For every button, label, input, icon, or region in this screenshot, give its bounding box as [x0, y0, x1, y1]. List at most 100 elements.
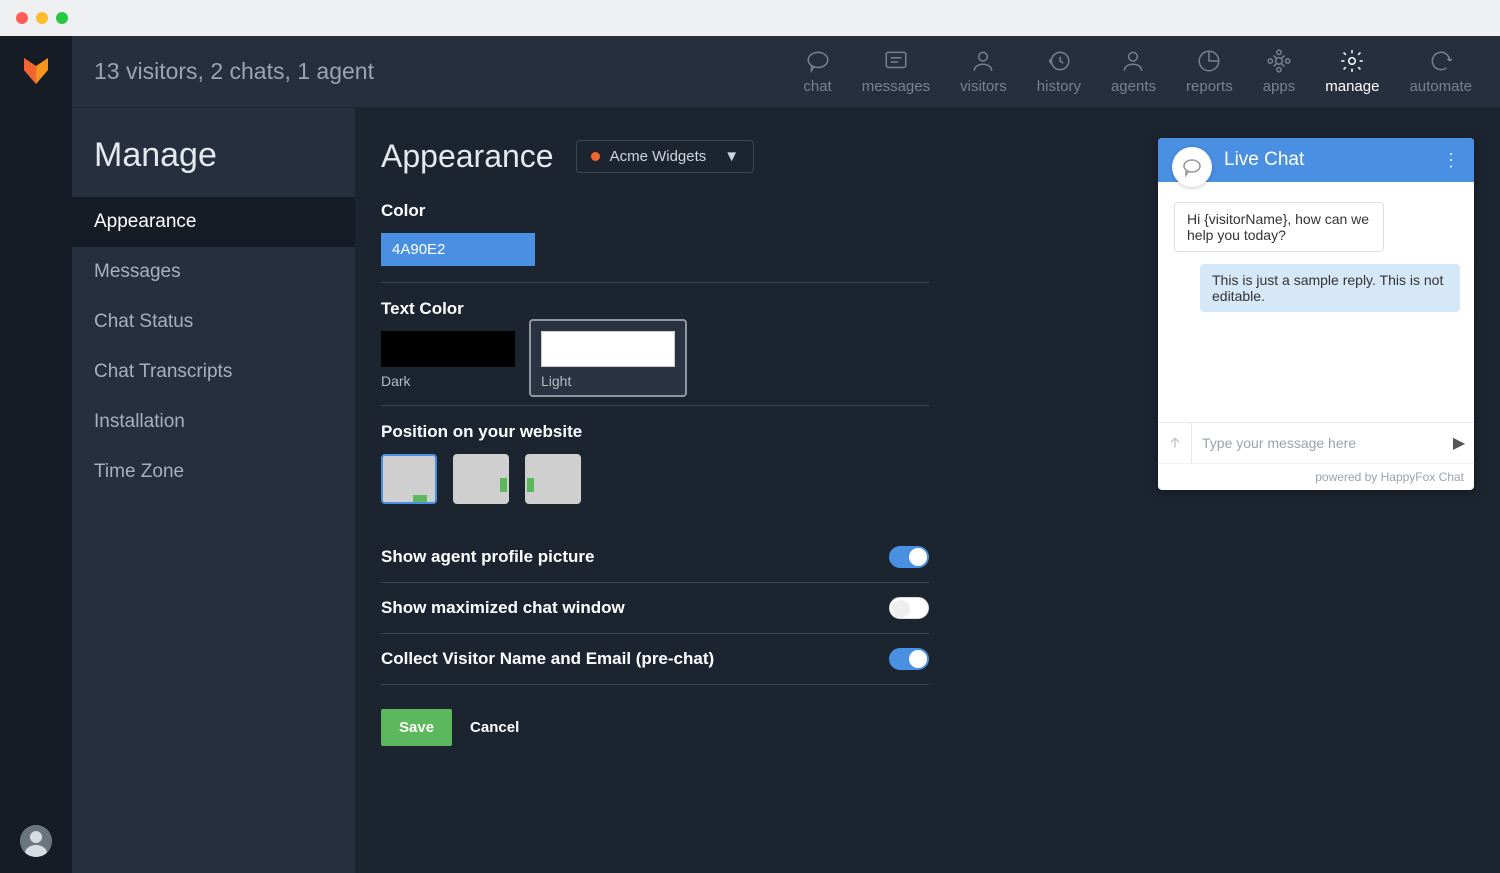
chat-title: Live Chat [1224, 149, 1304, 171]
agent-avatar-icon [1172, 147, 1212, 187]
toggle-collect-prechat-row: Collect Visitor Name and Email (pre-chat… [381, 634, 929, 685]
text-color-label: Text Color [381, 299, 1118, 319]
powered-by: powered by HappyFox Chat [1158, 463, 1474, 490]
cancel-button[interactable]: Cancel [470, 719, 519, 736]
top-nav: chat messages visitors history agents [803, 48, 1472, 95]
position-left-middle[interactable] [525, 454, 581, 504]
nav-label: messages [862, 78, 930, 95]
nav-label: chat [803, 78, 831, 95]
chat-upload-icon[interactable] [1158, 423, 1192, 463]
visitors-icon [970, 48, 996, 74]
sidebar-item-appearance[interactable]: Appearance [72, 197, 355, 247]
chat-input-row: Type your message here ▶ [1158, 422, 1474, 463]
chat-more-icon[interactable]: ⋮ [1442, 150, 1460, 171]
sidebar-item-installation[interactable]: Installation [72, 397, 355, 447]
status-dot-icon [591, 152, 600, 161]
position-right-middle[interactable] [453, 454, 509, 504]
page-title: Appearance [381, 138, 554, 175]
divider [381, 282, 929, 283]
light-swatch [541, 331, 675, 367]
toggle-agent-picture-row: Show agent profile picture [381, 532, 929, 583]
swatch-label: Dark [381, 373, 515, 389]
toggle-label: Show maximized chat window [381, 598, 625, 618]
toggle-maximized-window-row: Show maximized chat window [381, 583, 929, 634]
chat-body: Hi {visitorName}, how can we help you to… [1158, 182, 1474, 422]
position-marker-icon [500, 478, 507, 492]
sidebar-item-label: Chat Transcripts [94, 361, 232, 382]
main-content: Appearance Acme Widgets ▼ Color 4A90E2 [355, 108, 1500, 873]
nav-automate[interactable]: automate [1409, 48, 1472, 95]
sidebar-item-chat-transcripts[interactable]: Chat Transcripts [72, 347, 355, 397]
nav-history[interactable]: history [1037, 48, 1081, 95]
sidebar-item-messages[interactable]: Messages [72, 247, 355, 297]
nav-label: automate [1409, 78, 1472, 95]
nav-label: agents [1111, 78, 1156, 95]
chat-preview: Live Chat ⋮ Hi {visitorName}, how can we… [1158, 138, 1474, 843]
chevron-down-icon: ▼ [724, 148, 739, 165]
nav-reports[interactable]: reports [1186, 48, 1233, 95]
user-avatar[interactable] [20, 825, 52, 857]
toggle-maximized-window[interactable] [889, 597, 929, 619]
dropdown-label: Acme Widgets [610, 148, 707, 165]
sidebar-item-label: Time Zone [94, 461, 184, 482]
chat-header: Live Chat ⋮ [1158, 138, 1474, 182]
sidebar-item-time-zone[interactable]: Time Zone [72, 447, 355, 497]
chat-input[interactable]: Type your message here [1192, 423, 1444, 463]
position-marker-icon [527, 478, 534, 492]
mac-titlebar [0, 0, 1500, 36]
status-summary: 13 visitors, 2 chats, 1 agent [94, 58, 374, 85]
messages-icon [883, 48, 909, 74]
chat-bubble-icon [805, 48, 831, 74]
toggle-knob [909, 650, 927, 668]
chat-send-icon[interactable]: ▶ [1444, 433, 1474, 453]
toggle-knob [909, 548, 927, 566]
color-label: Color [381, 201, 1118, 221]
sidebar-item-label: Chat Status [94, 311, 193, 332]
nav-chat[interactable]: chat [803, 48, 831, 95]
nav-agents[interactable]: agents [1111, 48, 1156, 95]
app-logo-icon[interactable] [20, 54, 52, 86]
dark-swatch [381, 331, 515, 367]
window-zoom-dot[interactable] [56, 12, 68, 24]
text-color-dark-option[interactable]: Dark [381, 331, 515, 389]
swatch-label: Light [541, 373, 675, 389]
nav-apps[interactable]: apps [1263, 48, 1296, 95]
nav-visitors[interactable]: visitors [960, 48, 1007, 95]
nav-manage[interactable]: manage [1325, 48, 1379, 95]
nav-messages[interactable]: messages [862, 48, 930, 95]
save-button[interactable]: Save [381, 709, 452, 746]
top-header: 13 visitors, 2 chats, 1 agent chat messa… [72, 36, 1500, 108]
window-close-dot[interactable] [16, 12, 28, 24]
color-input[interactable]: 4A90E2 [381, 233, 535, 266]
nav-label: visitors [960, 78, 1007, 95]
gear-icon [1339, 48, 1365, 74]
color-value: 4A90E2 [392, 241, 445, 258]
nav-label: manage [1325, 78, 1379, 95]
window-minimize-dot[interactable] [36, 12, 48, 24]
profile-dropdown[interactable]: Acme Widgets ▼ [576, 140, 755, 173]
sidebar-item-label: Appearance [94, 211, 196, 232]
nav-label: apps [1263, 78, 1296, 95]
nav-label: reports [1186, 78, 1233, 95]
toggle-collect-prechat[interactable] [889, 648, 929, 670]
left-rail [0, 36, 72, 873]
toggle-label: Show agent profile picture [381, 547, 594, 567]
position-bottom-right[interactable] [381, 454, 437, 504]
position-marker-icon [413, 495, 427, 502]
sidebar-item-chat-status[interactable]: Chat Status [72, 297, 355, 347]
position-label: Position on your website [381, 422, 1118, 442]
manage-sidebar: Manage Appearance Messages Chat Status C… [72, 108, 355, 873]
chat-bubble-outgoing: This is just a sample reply. This is not… [1200, 264, 1460, 312]
history-icon [1046, 48, 1072, 74]
chat-bubble-incoming: Hi {visitorName}, how can we help you to… [1174, 202, 1384, 252]
agents-icon [1120, 48, 1146, 74]
sidebar-item-label: Installation [94, 411, 185, 432]
toggle-agent-picture[interactable] [889, 546, 929, 568]
apps-icon [1266, 48, 1292, 74]
automate-icon [1428, 48, 1454, 74]
divider [381, 405, 929, 406]
sidebar-title: Manage [72, 136, 355, 197]
toggle-knob [892, 600, 910, 618]
sidebar-item-label: Messages [94, 261, 181, 282]
text-color-light-option[interactable]: Light [529, 319, 687, 397]
